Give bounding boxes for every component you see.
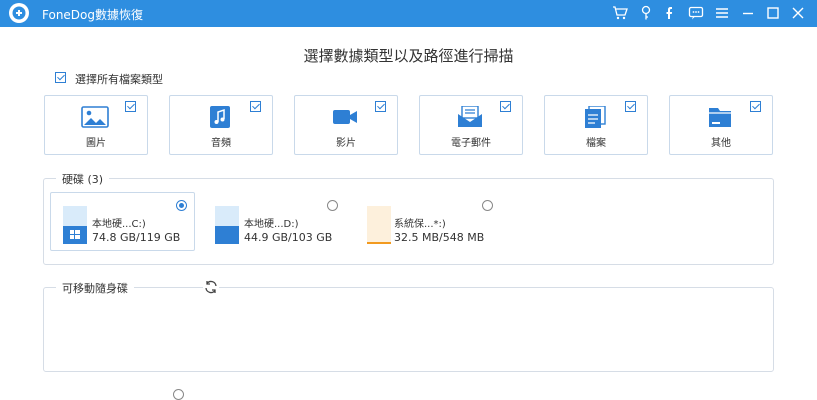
file-type-checkbox[interactable] [750,101,761,112]
windows-drive-icon [63,206,87,244]
drive-radio[interactable] [327,200,338,211]
video-icon [331,106,359,128]
title-bar: FoneDog數據恢復 [0,0,817,27]
email-icon [456,106,484,128]
drive-radio[interactable] [176,200,187,211]
file-type-label: 圖片 [86,138,106,149]
key-icon[interactable] [638,5,654,21]
close-icon[interactable] [790,5,806,21]
file-type-card-email[interactable]: 電子郵件 [419,95,523,155]
file-type-label: 電子郵件 [451,138,491,149]
file-type-checkbox[interactable] [375,101,386,112]
drive-c[interactable]: 本地硬...C:) 74.8 GB/119 GB [50,192,195,251]
file-type-card-video[interactable]: 影片 [294,95,398,155]
file-type-checkbox[interactable] [125,101,136,112]
app-title: FoneDog數據恢復 [42,8,144,22]
audio-icon [206,106,234,128]
document-icon [581,106,609,128]
select-all-label[interactable]: 選擇所有檔案類型 [75,71,163,87]
drive-name: 本地硬...C:) [92,219,146,230]
fonedog-logo-icon [8,2,30,24]
drive-size: 74.8 GB/119 GB [92,231,181,244]
facebook-icon[interactable] [662,5,678,21]
drive-system[interactable]: 系統保...*:) 32.5 MB/548 MB [366,192,498,251]
drive-name: 系統保...*:) [394,219,446,230]
file-type-label: 影片 [336,138,356,149]
refresh-icon[interactable] [203,279,219,295]
removable-drive-radio[interactable] [173,389,184,400]
drive-size: 32.5 MB/548 MB [394,231,485,244]
hard-disk-section-title: 硬碟 (3) [56,171,110,187]
removable-drive-panel [43,287,774,372]
drive-icon [215,206,239,244]
maximize-icon[interactable] [765,5,781,21]
drive-d[interactable]: 本地硬...D:) 44.9 GB/103 GB [214,192,344,251]
minimize-icon[interactable] [740,5,756,21]
file-type-label: 檔案 [586,138,606,149]
file-type-card-images[interactable]: 圖片 [44,95,148,155]
folder-icon [706,106,734,128]
cart-icon[interactable] [612,5,628,21]
file-type-label: 音頻 [211,138,231,149]
page-title: 選擇數據類型以及路徑進行掃描 [303,47,514,65]
drive-size: 44.9 GB/103 GB [244,231,333,244]
drive-name: 本地硬...D:) [244,219,299,230]
image-icon [81,106,109,128]
file-type-card-audio[interactable]: 音頻 [169,95,273,155]
file-type-checkbox[interactable] [250,101,261,112]
file-type-checkbox[interactable] [500,101,511,112]
file-type-card-documents[interactable]: 檔案 [544,95,648,155]
chat-icon[interactable] [688,5,704,21]
select-all-checkbox[interactable] [55,72,66,83]
drive-radio[interactable] [482,200,493,211]
menu-icon[interactable] [714,5,730,21]
system-drive-icon [367,206,391,244]
file-type-label: 其他 [711,138,731,149]
file-type-checkbox[interactable] [625,101,636,112]
removable-section-title: 可移動隨身碟 [56,280,134,296]
file-type-card-others[interactable]: 其他 [669,95,773,155]
